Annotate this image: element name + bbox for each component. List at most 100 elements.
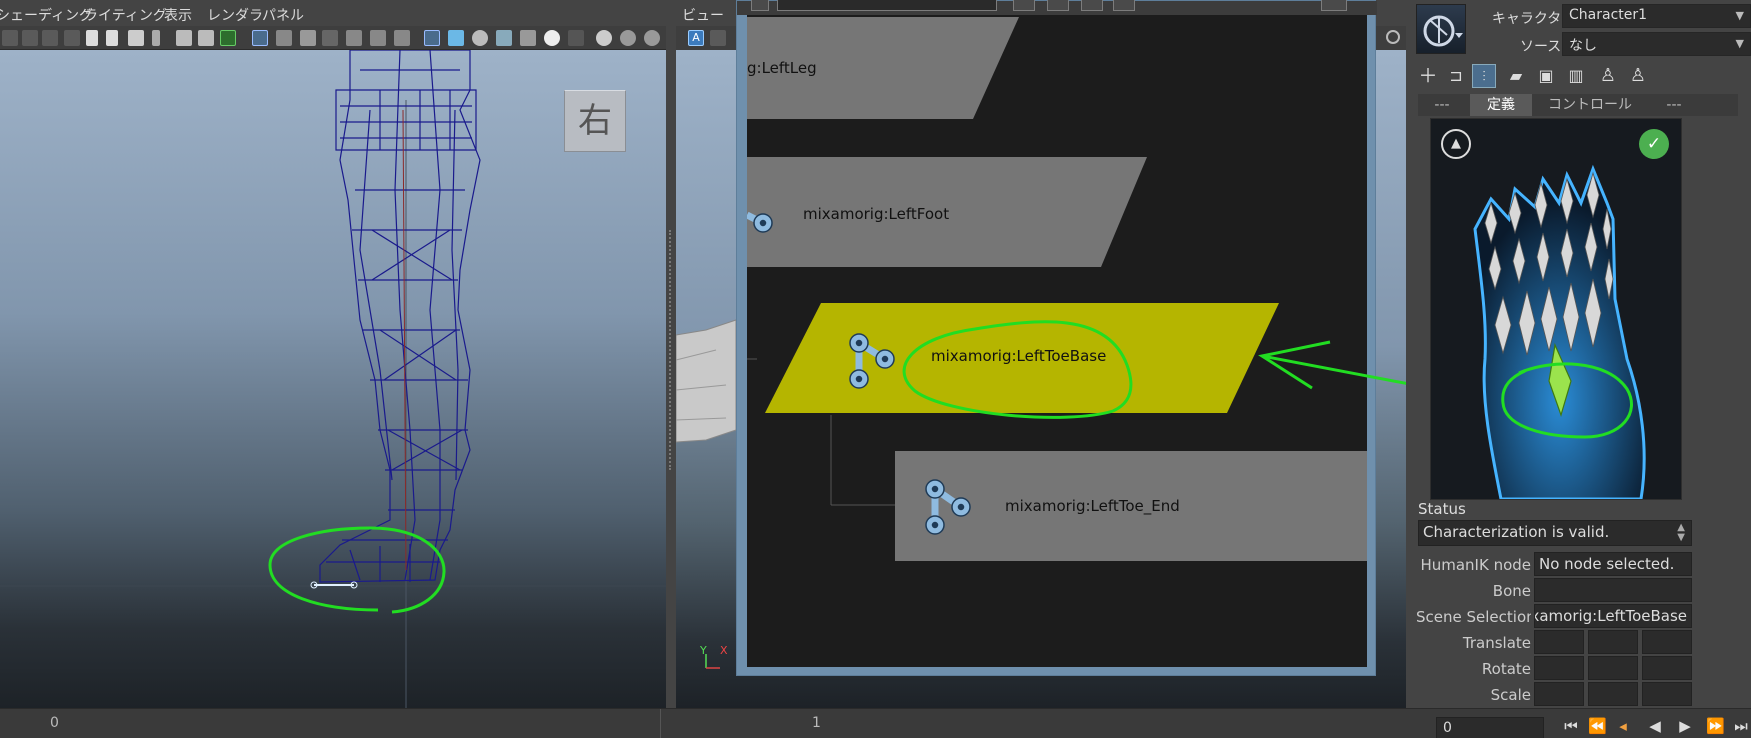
menu-shading[interactable]: シェーディング [0, 5, 93, 25]
scene-selection-field[interactable]: mixamorig:LeftToeBase [1534, 604, 1692, 628]
tab-controls[interactable]: コントロール [1536, 94, 1644, 116]
humanik-logo-icon[interactable] [1416, 4, 1466, 54]
rotate-x-field[interactable] [1534, 656, 1584, 680]
current-frame-field[interactable]: 0 [1436, 717, 1544, 738]
scale-z-field[interactable] [1642, 682, 1692, 706]
character-foot-view[interactable]: ▲ ✓ [1430, 118, 1682, 500]
star-outline-icon[interactable] [1255, 0, 1273, 11]
image-plane-icon[interactable] [152, 30, 160, 46]
add-icon[interactable]: ＋ [1416, 64, 1440, 88]
go-to-end-icon[interactable]: ⏭ [1732, 717, 1750, 735]
node-label-leftleg[interactable]: g:LeftLeg [747, 59, 817, 77]
unlock-icon[interactable]: ⊐ [1444, 64, 1468, 88]
wireframe-icon[interactable] [424, 30, 440, 46]
grease-pencil-icon[interactable] [176, 30, 192, 46]
resolution-gate-icon[interactable] [300, 30, 316, 46]
left-3d-view[interactable]: 右 [0, 50, 668, 708]
delete-icon[interactable]: ▥ [1564, 64, 1588, 88]
shelf-icon-2[interactable] [22, 30, 38, 46]
character-select[interactable]: Character1 ▼ [1562, 4, 1751, 28]
play-forward-icon[interactable]: ▶ [1676, 717, 1694, 735]
humanik-node-field[interactable]: No node selected. [1534, 552, 1692, 576]
hierarchy-canvas[interactable]: g:LeftLeg mixamorig:LeftFoot mixamorig:L… [747, 15, 1367, 667]
step-back-icon[interactable]: ◂ [1614, 717, 1632, 735]
translate-z-field[interactable] [1642, 630, 1692, 654]
tab-definition[interactable]: 定義 [1470, 94, 1532, 116]
translate-y-field[interactable] [1588, 630, 1638, 654]
tab-blank-left[interactable]: --- [1418, 94, 1466, 116]
spinner-arrows-icon[interactable]: ▲ ▼ [1677, 523, 1685, 543]
snapshot-icon[interactable] [710, 30, 726, 46]
scale-x-field[interactable] [1534, 682, 1584, 706]
hierarchy-tool-icon-2[interactable] [1013, 0, 1035, 11]
source-select[interactable]: なし ▼ [1562, 32, 1751, 56]
hierarchy-tool-icon-8[interactable] [1321, 0, 1347, 11]
view-cube[interactable]: 右 [564, 90, 626, 152]
menu-lighting[interactable]: ライティング [84, 5, 167, 25]
menu-show[interactable]: 表示 [164, 5, 192, 25]
hierarchy-search-field[interactable] [777, 0, 997, 11]
hierarchy-tool-icon-1[interactable] [751, 0, 769, 11]
texture-icon[interactable] [520, 30, 536, 46]
hierarchy-tool-icon-5[interactable] [1113, 0, 1135, 11]
star-icon[interactable] [1223, 0, 1241, 11]
anti-alias-icon[interactable] [644, 30, 660, 46]
shelf-icon-3[interactable] [42, 30, 58, 46]
anim-snap-icon[interactable]: A [688, 30, 704, 46]
2d-pan-icon[interactable] [198, 30, 214, 46]
smooth-shade-icon[interactable] [448, 30, 464, 46]
step-back-key-icon[interactable]: ⏪ [1588, 717, 1607, 735]
bone-field[interactable] [1534, 578, 1692, 602]
default-material-icon[interactable] [472, 30, 488, 46]
shelf-icon-4[interactable] [64, 30, 80, 46]
hierarchy-tool-icon-4[interactable] [1081, 0, 1103, 11]
character-alt-icon[interactable]: ♙ [1626, 64, 1650, 88]
menu-renderer[interactable]: レンダラ [207, 5, 263, 25]
humanik-toolbar: ＋ ⊐ ⫶ ▰ ▣ ▥ ♙ ♙ [1416, 62, 1751, 90]
menu-panels[interactable]: パネル [262, 5, 304, 25]
safe-action-icon[interactable] [370, 30, 386, 46]
node-label-leftfoot[interactable]: mixamorig:LeftFoot [803, 205, 949, 223]
node-label-lefttoebase[interactable]: mixamorig:LeftToeBase [931, 347, 1106, 365]
translate-x-field[interactable] [1534, 630, 1584, 654]
save-icon[interactable]: ▣ [1534, 64, 1558, 88]
node-label-lefttoe-end[interactable]: mixamorig:LeftToe_End [1005, 497, 1180, 515]
hierarchy-tool-icon-3[interactable] [1047, 0, 1069, 11]
wireframe-on-shaded-icon[interactable] [496, 30, 512, 46]
timeline-start-label: 0 [50, 715, 59, 731]
rotate-y-field[interactable] [1588, 656, 1638, 680]
hierarchy-tool-icon-7[interactable] [1181, 0, 1199, 11]
motion-blur-icon[interactable] [620, 30, 636, 46]
pencil-icon[interactable] [220, 30, 236, 46]
play-back-icon[interactable]: ◀ [1646, 717, 1664, 735]
hierarchy-window[interactable]: g:LeftLeg mixamorig:LeftFoot mixamorig:L… [736, 0, 1377, 676]
tab-blank-right[interactable]: --- [1650, 94, 1698, 116]
expand-up-icon[interactable]: ▲ [1441, 129, 1471, 159]
film-gate-icon[interactable] [276, 30, 292, 46]
hierarchy-tool-icon-6[interactable] [1153, 0, 1171, 11]
go-to-start-icon[interactable]: ⏮ [1562, 717, 1580, 735]
rotate-z-field[interactable] [1642, 656, 1692, 680]
menu-view[interactable]: ビュー [682, 5, 724, 25]
character-icon[interactable]: ♙ [1596, 64, 1620, 88]
skeleton-icon[interactable]: ⫶ [1472, 64, 1496, 88]
camera-attr-icon[interactable] [106, 30, 118, 46]
step-forward-key-icon[interactable]: ⏩ [1706, 717, 1725, 735]
humanik-node-label: HumanIK node [1420, 556, 1531, 574]
field-chart-icon[interactable] [346, 30, 362, 46]
timeline-bar[interactable]: 0 1 0 ⏮ ⏪ ◂ ◀ ▶ ⏩ ⏭ [0, 708, 1751, 738]
viewport-splitter[interactable] [666, 0, 676, 708]
bookmark-icon[interactable] [128, 30, 144, 46]
gate-mask-icon[interactable] [322, 30, 338, 46]
lighting-icon[interactable] [544, 30, 560, 46]
folder-icon[interactable]: ▰ [1504, 64, 1528, 88]
camera-icon[interactable] [86, 30, 98, 46]
safe-title-icon[interactable] [394, 30, 410, 46]
grid-icon[interactable] [252, 30, 268, 46]
refresh-icon[interactable] [1386, 30, 1400, 44]
ambient-occlusion-icon[interactable] [596, 30, 612, 46]
minimize-icon[interactable] [1291, 0, 1305, 11]
shadow-icon[interactable] [568, 30, 584, 46]
shelf-icon-1[interactable] [2, 30, 18, 46]
scale-y-field[interactable] [1588, 682, 1638, 706]
